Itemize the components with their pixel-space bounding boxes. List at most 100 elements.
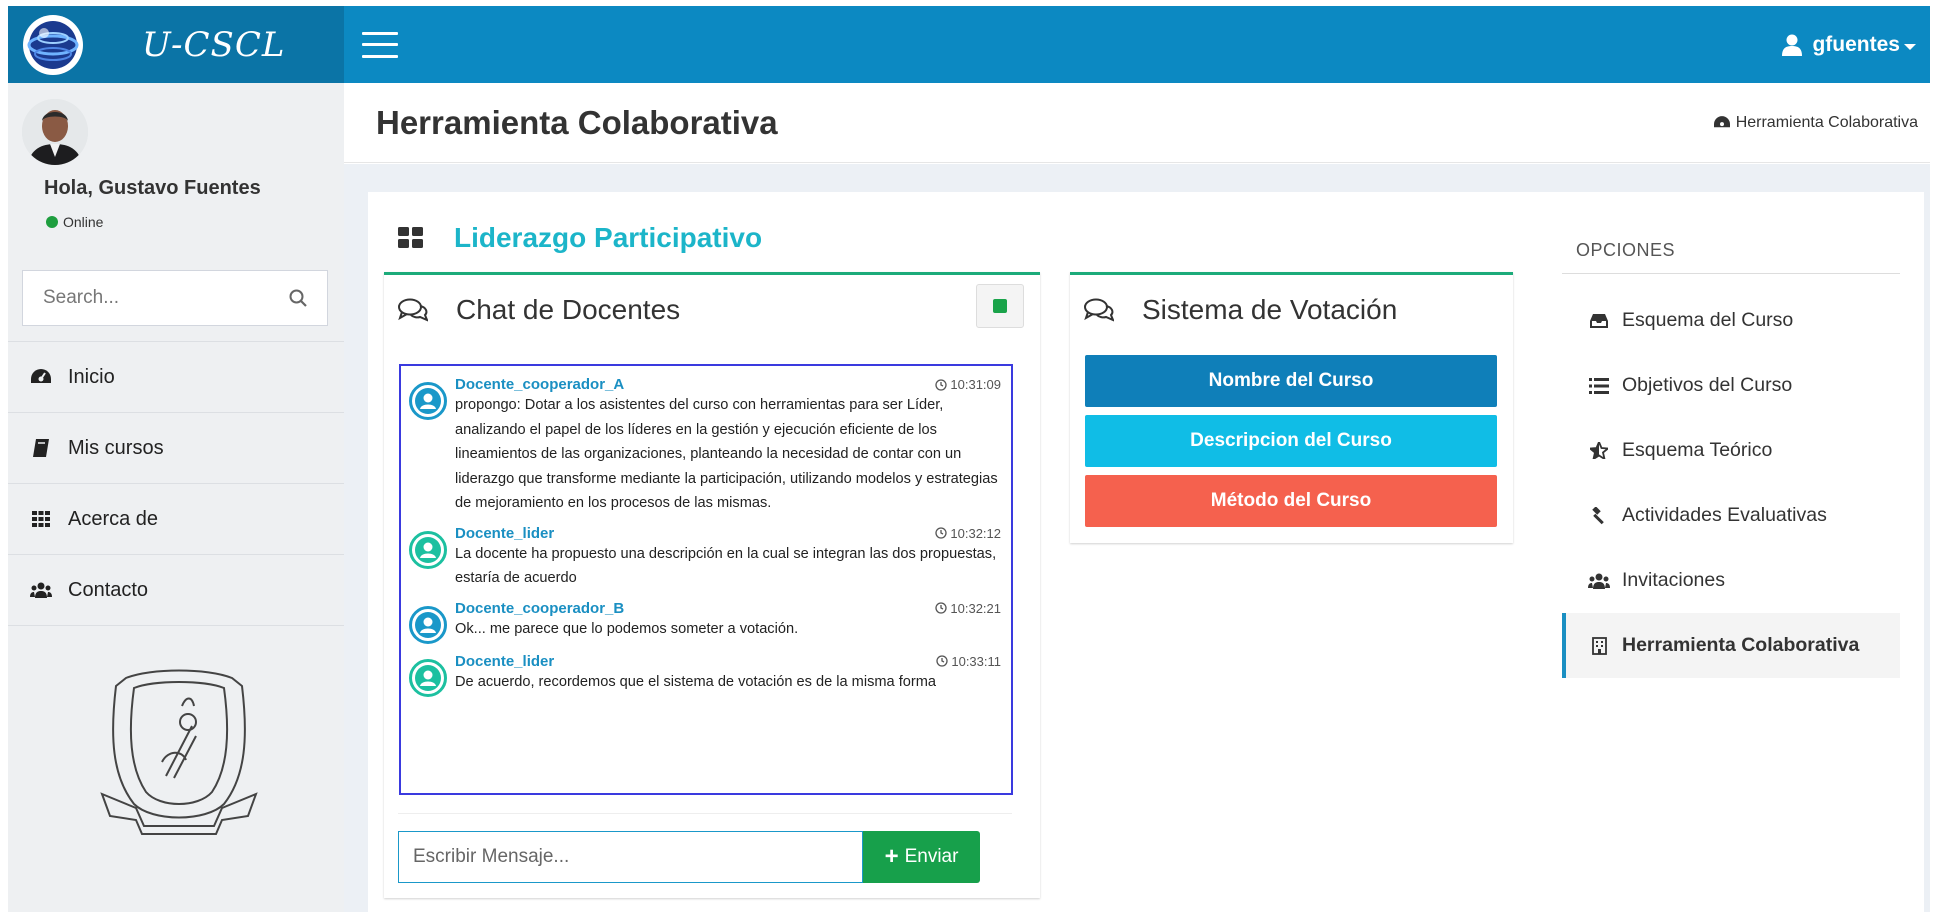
chat-footer [398, 813, 1012, 814]
send-button[interactable]: + Enviar [863, 831, 980, 883]
message-author[interactable]: Docente_cooperador_A [455, 376, 624, 393]
comments-icon [1084, 298, 1114, 322]
chat-message: Docente_lider 10:32:12 La docente ha pro… [409, 525, 1001, 591]
clock-icon [936, 655, 949, 667]
chat-status-button[interactable] [976, 284, 1024, 328]
main-card: Liderazgo Participativo Chat de Docentes… [368, 192, 1924, 912]
university-seal-icon [100, 669, 258, 835]
search-icon[interactable] [289, 289, 307, 307]
users-icon [28, 582, 54, 598]
search-input[interactable]: Search... [22, 270, 328, 326]
option-label: Herramienta Colaborativa [1622, 634, 1860, 656]
user-avatar-icon [409, 658, 447, 697]
option-label: Invitaciones [1622, 569, 1725, 591]
chat-header: Chat de Docentes [384, 275, 1040, 345]
message-author[interactable]: Docente_lider [455, 653, 554, 670]
option-invitaciones[interactable]: Invitaciones [1562, 548, 1900, 613]
user-avatar-icon [409, 605, 447, 644]
section-header: Liderazgo Participativo [398, 222, 762, 254]
message-input-placeholder: Escribir Mensaje... [413, 846, 570, 867]
option-esquema-teorico[interactable]: Esquema Teórico [1562, 418, 1900, 483]
globe-logo-icon[interactable] [22, 14, 84, 76]
sidebar-item-acerca-de[interactable]: Acerca de [8, 484, 344, 555]
username: gfuentes [1812, 32, 1900, 56]
sidebar-item-label: Contacto [68, 578, 149, 601]
option-actividades-evaluativas[interactable]: Actividades Evaluativas [1562, 483, 1900, 548]
voting-header: Sistema de Votación [1070, 275, 1513, 345]
users-icon [1588, 573, 1610, 589]
voting-box: Sistema de Votación Nombre del Curso Des… [1070, 272, 1513, 543]
chat-message: Docente_cooperador_B 10:32:21 Ok... me p… [409, 600, 1001, 644]
user-greeting: Hola, Gustavo Fuentes [44, 177, 261, 199]
option-objetivos-curso[interactable]: Objetivos del Curso [1562, 353, 1900, 418]
sidebar-item-label: Acerca de [68, 507, 159, 530]
options-title: OPCIONES [1562, 240, 1900, 274]
message-text: Ok... me parece que lo podemos someter a… [455, 620, 799, 637]
option-herramienta-colaborativa[interactable]: Herramienta Colaborativa [1562, 613, 1900, 678]
sidebar: Hola, Gustavo Fuentes Online Search... I… [8, 83, 344, 912]
chat-message: Docente_lider 10:33:11 De acuerdo, recor… [409, 653, 1001, 697]
comments-icon [398, 298, 428, 322]
message-time: 10:32:12 [935, 526, 1001, 541]
chat-box: Chat de Docentes Docente_cooperador_A 10… [384, 272, 1040, 898]
breadcrumb[interactable]: Herramienta Colaborativa [1713, 113, 1918, 132]
breadcrumb-label: Herramienta Colaborativa [1735, 113, 1918, 131]
sidebar-item-inicio[interactable]: Inicio [8, 342, 344, 413]
message-time-label: 10:31:09 [950, 377, 1001, 392]
th-large-icon [398, 227, 423, 248]
page-title: Herramienta Colaborativa [376, 103, 778, 141]
message-time-label: 10:32:21 [950, 600, 1001, 616]
message-text: propongo: Dotar a los asistentes del cur… [455, 397, 998, 511]
message-author[interactable]: Docente_lider [455, 525, 554, 542]
message-time: 10:32:21 [935, 601, 1001, 616]
grid-icon [28, 511, 54, 527]
avatar [22, 99, 88, 165]
message-text: De acuerdo, recordemos que el sistema de… [455, 673, 937, 690]
send-label: Enviar [904, 846, 959, 867]
message-time: 10:33:11 [936, 654, 1001, 669]
status-label: Online [63, 214, 104, 230]
voting-title: Sistema de Votación [1142, 294, 1398, 325]
user-panel: Hola, Gustavo Fuentes Online [8, 83, 344, 268]
clock-icon [935, 378, 948, 391]
status-dot-icon [46, 216, 58, 228]
sidebar-item-contacto[interactable]: Contacto [8, 555, 344, 626]
sidebar-item-label: Inicio [68, 365, 115, 388]
option-label: Objetivos del Curso [1622, 374, 1793, 396]
message-text: La docente ha propuesto una descripción … [455, 545, 997, 587]
sidebar-menu: Inicio Mis cursos Acerca de Contacto [8, 341, 344, 626]
dashboard-icon [1713, 116, 1730, 128]
vote-descripcion-button[interactable]: Descripcion del Curso [1085, 415, 1497, 467]
message-author[interactable]: Docente_cooperador_B [455, 600, 624, 617]
chat-title: Chat de Docentes [456, 294, 681, 325]
user-menu[interactable]: gfuentes [1782, 33, 1916, 57]
options-list: Esquema del Curso Objetivos del Curso Es… [1562, 288, 1900, 678]
message-time-label: 10:32:12 [950, 525, 1001, 541]
gavel-icon [1588, 506, 1610, 525]
brand-bar: U-CSCL [8, 6, 344, 83]
stop-icon [993, 299, 1007, 313]
brand-name[interactable]: U-CSCL [142, 25, 285, 65]
search-placeholder: Search... [43, 287, 120, 308]
chat-messages[interactable]: Docente_cooperador_A 10:31:09 propongo: … [399, 364, 1013, 795]
sidebar-item-label: Mis cursos [68, 436, 164, 459]
content-header: Herramienta Colaborativa Herramienta Col… [344, 83, 1930, 163]
menu-toggle-icon[interactable] [362, 31, 398, 58]
plus-icon: + [884, 843, 899, 870]
star-icon [1588, 442, 1610, 459]
option-label: Esquema Teórico [1622, 439, 1773, 461]
clock-icon [935, 527, 948, 539]
message-input[interactable]: Escribir Mensaje... [398, 831, 863, 883]
dashboard-icon [28, 369, 54, 385]
vote-metodo-button[interactable]: Método del Curso [1085, 475, 1497, 527]
chat-message: Docente_cooperador_A 10:31:09 propongo: … [409, 376, 1001, 516]
sidebar-item-mis-cursos[interactable]: Mis cursos [8, 413, 344, 484]
user-avatar-icon [409, 382, 447, 420]
options-panel: OPCIONES Esquema del Curso Objetivos del… [1562, 240, 1900, 678]
message-time-label: 10:33:11 [951, 653, 1001, 669]
clock-icon [935, 602, 948, 614]
book-icon [28, 439, 54, 457]
option-esquema-curso[interactable]: Esquema del Curso [1562, 288, 1900, 353]
vote-nombre-button[interactable]: Nombre del Curso [1085, 355, 1497, 407]
online-status: Online [46, 214, 103, 230]
